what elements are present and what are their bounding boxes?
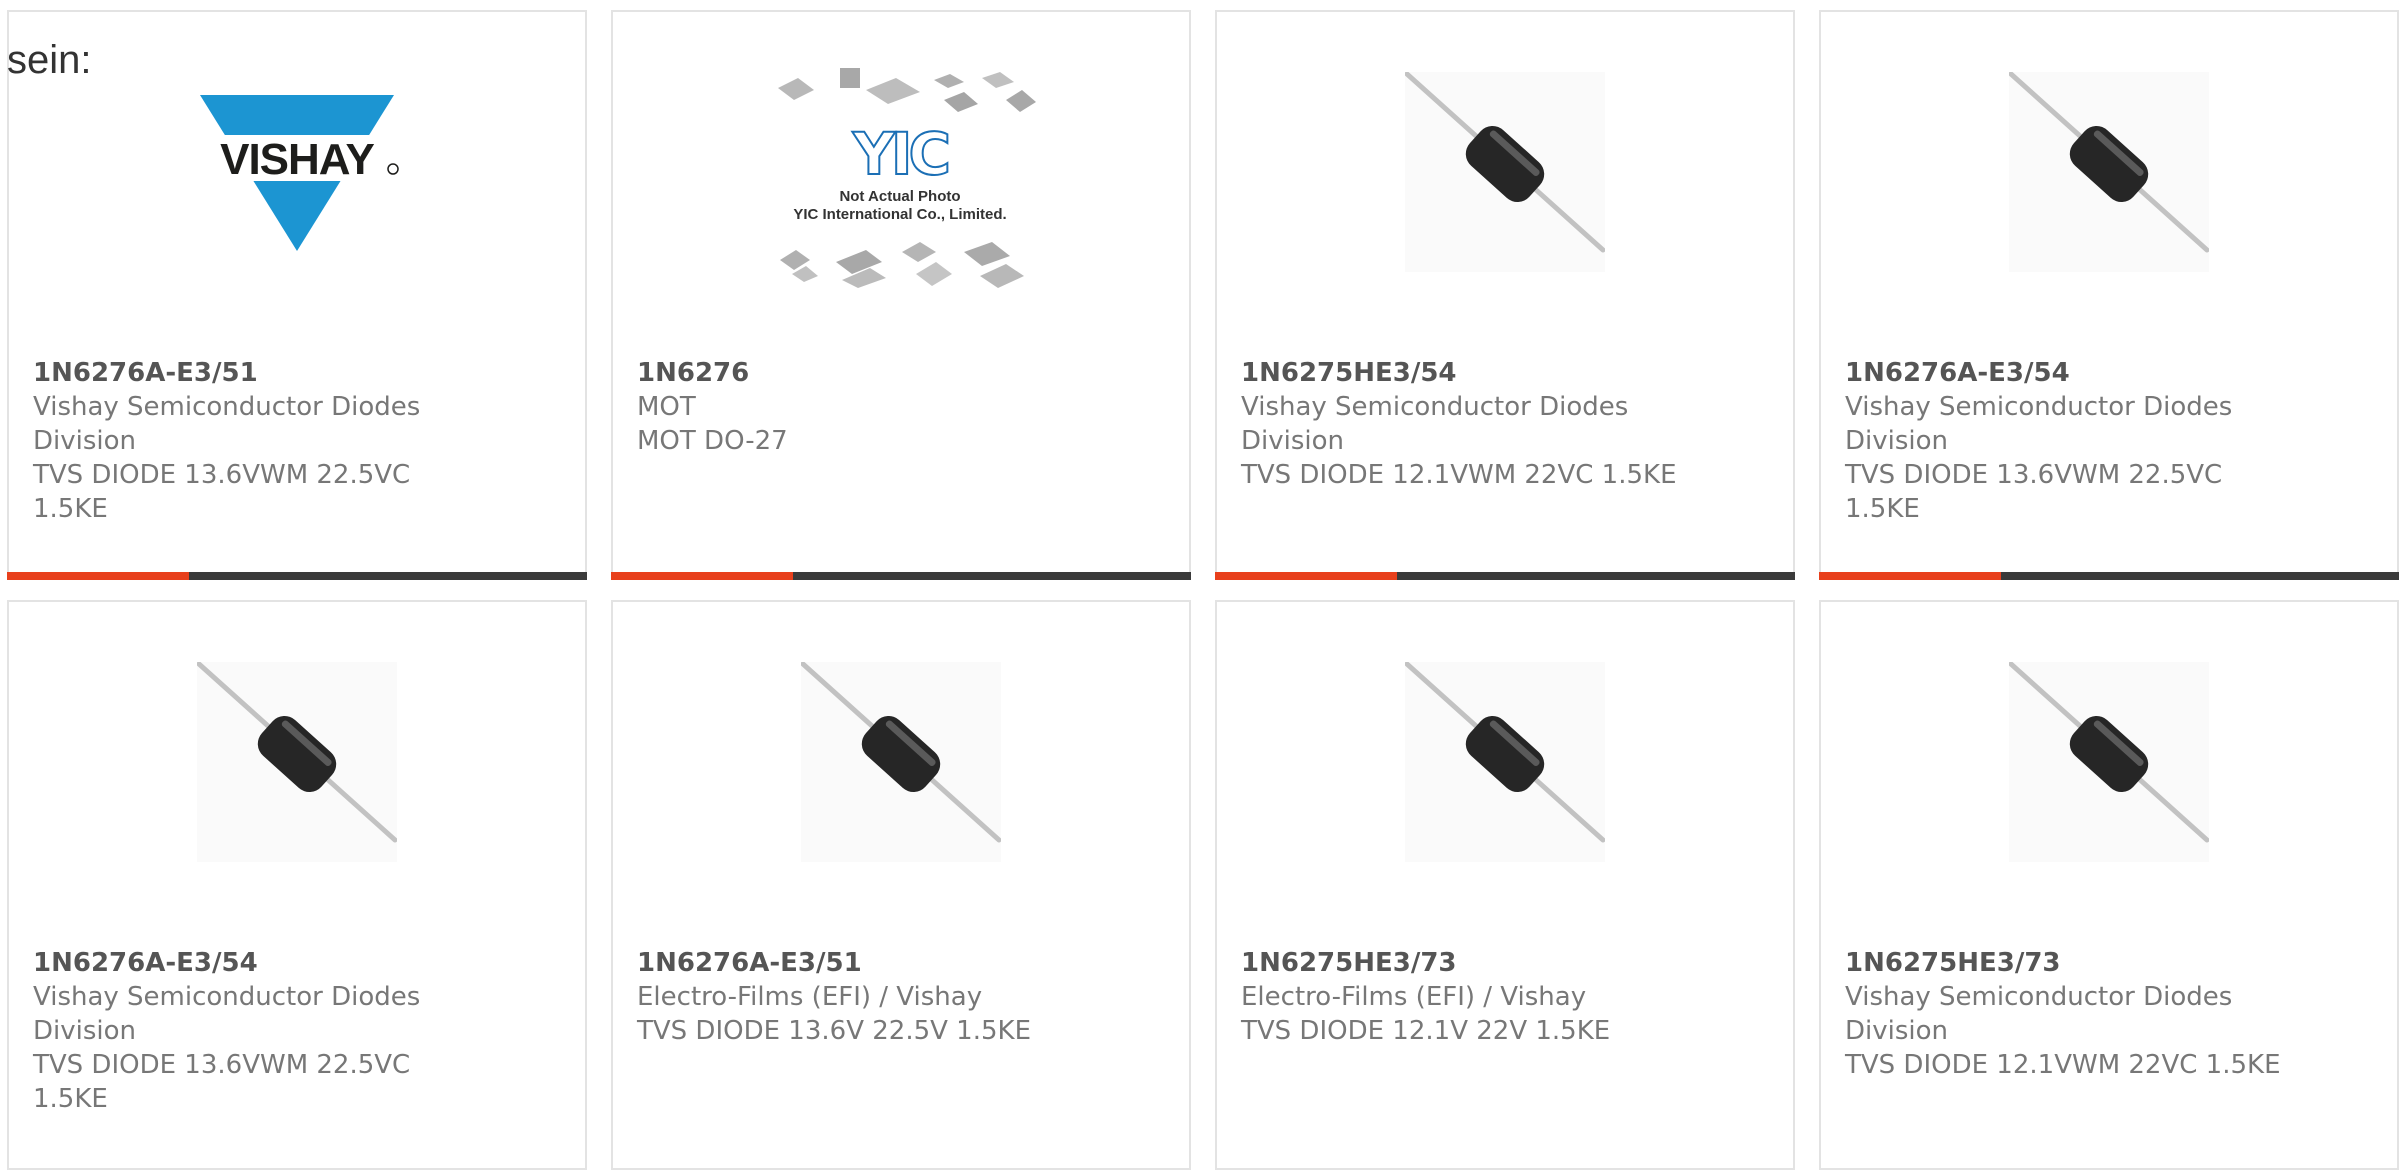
card-bottom-bar bbox=[7, 572, 587, 580]
diode-icon bbox=[197, 662, 397, 862]
diode-icon bbox=[801, 662, 1001, 862]
product-card[interactable]: 1N6276A-E3/54 Vishay Semiconductor Diode… bbox=[1819, 10, 2399, 580]
product-card[interactable]: 1N6275HE3/54 Vishay Semiconductor Diodes… bbox=[1215, 10, 1795, 580]
description: TVS DIODE 13.6VWM 22.5VC 1.5KE bbox=[1845, 460, 2223, 524]
product-card[interactable]: 1N6275HE3/73 Electro-Films (EFI) / Visha… bbox=[1215, 600, 1795, 1170]
product-card[interactable]: 1N6275HE3/73 Vishay Semiconductor Diodes… bbox=[1819, 600, 2399, 1170]
product-image[interactable]: VISHAY bbox=[9, 57, 585, 287]
product-info: 1N6276A-E3/51 Electro-Films (EFI) / Vish… bbox=[637, 946, 1169, 1048]
product-info: 1N6276 MOT MOT DO-27 bbox=[637, 356, 1169, 458]
manufacturer: Electro-Films (EFI) / Vishay bbox=[1241, 982, 1587, 1012]
product-grid: VISHAY 1N6276A-E3/51 Vishay Semiconducto… bbox=[0, 0, 2400, 1170]
card-bottom-bar bbox=[1215, 572, 1795, 580]
part-number[interactable]: 1N6276A-E3/54 bbox=[1845, 356, 2377, 390]
svg-text:YIC: YIC bbox=[852, 120, 948, 188]
svg-text:YIC International Co., Limited: YIC International Co., Limited. bbox=[793, 206, 1006, 223]
description: TVS DIODE 12.1V 22V 1.5KE bbox=[1241, 1016, 1611, 1046]
manufacturer: Vishay Semiconductor Diodes Division bbox=[1241, 392, 1629, 456]
description: TVS DIODE 12.1VWM 22VC 1.5KE bbox=[1241, 460, 1677, 490]
diode-icon bbox=[1405, 662, 1605, 862]
part-number[interactable]: 1N6275HE3/73 bbox=[1241, 946, 1773, 980]
description: TVS DIODE 13.6V 22.5V 1.5KE bbox=[637, 1016, 1032, 1046]
part-number[interactable]: 1N6276A-E3/54 bbox=[33, 946, 565, 980]
card-bottom-bar bbox=[1819, 572, 2399, 580]
product-info: 1N6276A-E3/54 Vishay Semiconductor Diode… bbox=[33, 946, 565, 1116]
product-image[interactable] bbox=[1217, 57, 1793, 287]
manufacturer: Vishay Semiconductor Diodes Division bbox=[1845, 982, 2233, 1046]
description: TVS DIODE 12.1VWM 22VC 1.5KE bbox=[1845, 1050, 2281, 1080]
svg-text:Not Actual Photo: Not Actual Photo bbox=[839, 188, 960, 205]
card-bottom-bar bbox=[611, 572, 1191, 580]
product-image[interactable] bbox=[1821, 57, 2397, 287]
vishay-logo-icon: VISHAY bbox=[194, 95, 400, 251]
diode-icon bbox=[2009, 662, 2209, 862]
description: TVS DIODE 13.6VWM 22.5VC 1.5KE bbox=[33, 1050, 411, 1114]
manufacturer: Vishay Semiconductor Diodes Division bbox=[33, 392, 421, 456]
manufacturer: MOT bbox=[637, 392, 696, 422]
product-info: 1N6276A-E3/54 Vishay Semiconductor Diode… bbox=[1845, 356, 2377, 526]
product-card[interactable]: 1N6276A-E3/51 Electro-Films (EFI) / Vish… bbox=[611, 600, 1191, 1170]
product-card[interactable]: 1N6276A-E3/54 Vishay Semiconductor Diode… bbox=[7, 600, 587, 1170]
part-number[interactable]: 1N6275HE3/73 bbox=[1845, 946, 2377, 980]
product-info: 1N6275HE3/73 Vishay Semiconductor Diodes… bbox=[1845, 946, 2377, 1082]
product-card[interactable]: YIC Not Actual Photo YIC International C… bbox=[611, 10, 1191, 580]
not-actual-photo-icon: YIC Not Actual Photo YIC International C… bbox=[778, 68, 1036, 288]
description: MOT DO-27 bbox=[637, 426, 788, 456]
product-image[interactable] bbox=[9, 647, 585, 877]
manufacturer: Vishay Semiconductor Diodes Division bbox=[1845, 392, 2233, 456]
product-image[interactable] bbox=[613, 647, 1189, 877]
svg-text:VISHAY: VISHAY bbox=[220, 135, 374, 184]
intro-text: sein: bbox=[7, 38, 92, 82]
diode-icon bbox=[1405, 72, 1605, 272]
product-info: 1N6275HE3/54 Vishay Semiconductor Diodes… bbox=[1241, 356, 1773, 492]
description: TVS DIODE 13.6VWM 22.5VC 1.5KE bbox=[33, 460, 411, 524]
part-number[interactable]: 1N6276 bbox=[637, 356, 1169, 390]
part-number[interactable]: 1N6276A-E3/51 bbox=[33, 356, 565, 390]
product-info: 1N6276A-E3/51 Vishay Semiconductor Diode… bbox=[33, 356, 565, 526]
product-image[interactable]: YIC Not Actual Photo YIC International C… bbox=[613, 57, 1189, 288]
part-number[interactable]: 1N6275HE3/54 bbox=[1241, 356, 1773, 390]
product-image[interactable] bbox=[1217, 647, 1793, 877]
part-number[interactable]: 1N6276A-E3/51 bbox=[637, 946, 1169, 980]
product-image[interactable] bbox=[1821, 647, 2397, 877]
manufacturer: Vishay Semiconductor Diodes Division bbox=[33, 982, 421, 1046]
diode-icon bbox=[2009, 72, 2209, 272]
product-card[interactable]: VISHAY 1N6276A-E3/51 Vishay Semiconducto… bbox=[7, 10, 587, 580]
manufacturer: Electro-Films (EFI) / Vishay bbox=[637, 982, 983, 1012]
product-info: 1N6275HE3/73 Electro-Films (EFI) / Visha… bbox=[1241, 946, 1773, 1048]
